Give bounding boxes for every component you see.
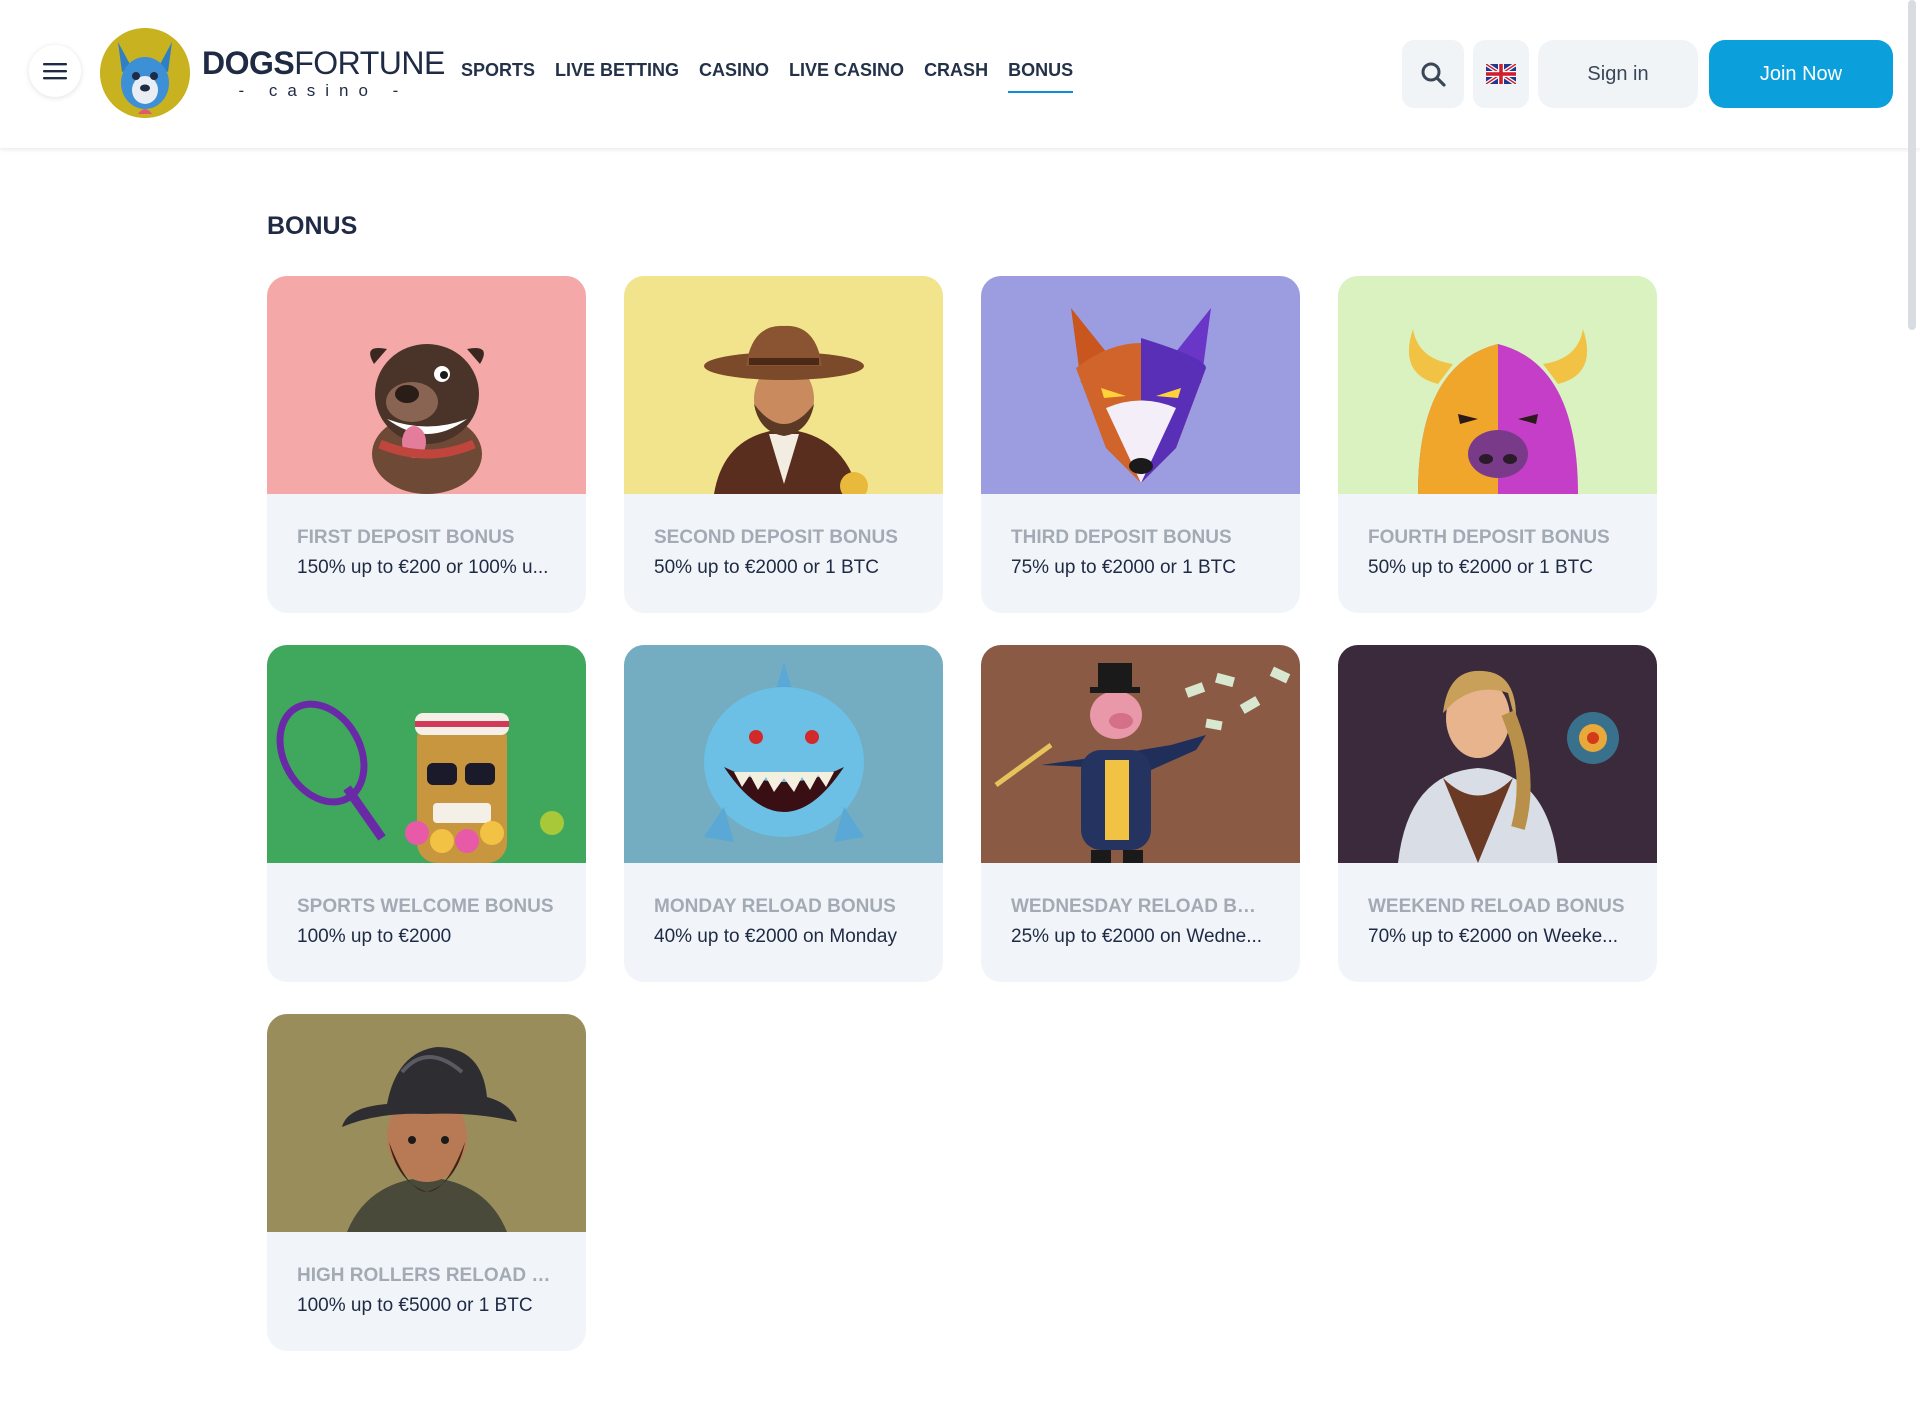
language-button[interactable] [1473, 40, 1529, 108]
explorer-woman-character-image [1338, 645, 1657, 863]
nav-live-betting[interactable]: LIVE BETTING [555, 60, 679, 94]
join-now-button[interactable]: Join Now [1709, 40, 1893, 108]
bonus-card-high-rollers-reload[interactable]: HIGH ROLLERS RELOAD B... 100% up to €500… [267, 1014, 586, 1351]
bonus-card-monday-reload[interactable]: MONDAY RELOAD BONUS 40% up to €2000 on M… [624, 645, 943, 982]
shark-character-image [624, 645, 943, 863]
logo-subtitle: - casino - [238, 81, 409, 100]
dog-character-image [267, 276, 586, 494]
card-desc: 50% up to €2000 or 1 BTC [654, 557, 879, 578]
nav-live-casino[interactable]: LIVE CASINO [789, 60, 904, 94]
bonus-card-first-deposit[interactable]: FIRST DEPOSIT BONUS 150% up to €200 or 1… [267, 276, 586, 613]
site-header: DOGSFORTUNE - casino - SPORTS LIVE BETTI… [0, 0, 1920, 148]
logo-brand-light: FORTUNE [294, 45, 445, 81]
card-desc: 25% up to €2000 on Wedne... [1011, 926, 1263, 947]
bonus-card-fourth-deposit[interactable]: FOURTH DEPOSIT BONUS 50% up to €2000 or … [1338, 276, 1657, 613]
page-title: BONUS [267, 212, 358, 240]
wolf-character-icon [1070, 308, 1211, 483]
site-logo[interactable]: DOGSFORTUNE - casino - [100, 28, 445, 118]
pig-tycoon-character-icon [994, 663, 1291, 863]
explorer-woman-character-icon [1397, 670, 1619, 863]
nav-crash[interactable]: CRASH [924, 60, 988, 94]
conquistador-character-image [267, 1014, 586, 1232]
conquistador-character-icon [341, 1047, 517, 1232]
tiki-character-image [267, 645, 586, 863]
tiki-tennis-character-icon [276, 700, 564, 863]
logo-wordmark: DOGSFORTUNE - casino - [202, 46, 445, 100]
card-desc: 70% up to €2000 on Weeke... [1368, 926, 1618, 947]
bonus-card-third-deposit[interactable]: THIRD DEPOSIT BONUS 75% up to €2000 or 1… [981, 276, 1300, 613]
card-desc: 40% up to €2000 on Monday [654, 926, 897, 947]
card-title: THIRD DEPOSIT BONUS [1011, 527, 1232, 548]
wolf-character-image [981, 276, 1300, 494]
card-title: SECOND DEPOSIT BONUS [654, 527, 898, 548]
nav-sports[interactable]: SPORTS [461, 60, 535, 94]
nav-casino[interactable]: CASINO [699, 60, 769, 94]
card-desc: 150% up to €200 or 100% u... [297, 557, 549, 578]
search-icon [1421, 62, 1446, 87]
shark-character-icon [703, 662, 864, 842]
card-title: FOURTH DEPOSIT BONUS [1368, 527, 1610, 548]
dog-logo-icon [100, 28, 190, 118]
card-title: WEDNESDAY RELOAD BON... [1011, 896, 1270, 917]
pig-tycoon-character-image [981, 645, 1300, 863]
card-desc: 50% up to €2000 or 1 BTC [1368, 557, 1593, 578]
main-nav: SPORTS LIVE BETTING CASINO LIVE CASINO C… [461, 60, 1093, 94]
card-title: WEEKEND RELOAD BONUS [1368, 896, 1625, 917]
card-title: HIGH ROLLERS RELOAD B... [297, 1265, 556, 1286]
bonus-card-sports-welcome[interactable]: SPORTS WELCOME BONUS 100% up to €2000 [267, 645, 586, 982]
uk-flag-icon [1486, 64, 1516, 84]
buffalo-character-icon [1408, 329, 1587, 494]
card-desc: 100% up to €5000 or 1 BTC [297, 1295, 533, 1316]
card-desc: 75% up to €2000 or 1 BTC [1011, 557, 1236, 578]
bonus-card-second-deposit[interactable]: SECOND DEPOSIT BONUS 50% up to €2000 or … [624, 276, 943, 613]
nav-bonus[interactable]: BONUS [1008, 60, 1074, 94]
cowboy-character-icon [703, 325, 868, 494]
bonus-card-weekend-reload[interactable]: WEEKEND RELOAD BONUS 70% up to €2000 on … [1338, 645, 1657, 982]
page-scrollbar[interactable] [1908, 0, 1916, 330]
bonus-card-wednesday-reload[interactable]: WEDNESDAY RELOAD BON... 25% up to €2000 … [981, 645, 1300, 982]
card-title: MONDAY RELOAD BONUS [654, 896, 896, 917]
sign-in-button[interactable]: Sign in [1538, 40, 1698, 108]
buffalo-character-image [1338, 276, 1657, 494]
menu-button[interactable] [29, 45, 81, 97]
card-title: FIRST DEPOSIT BONUS [297, 527, 515, 548]
dog-character-icon [369, 344, 484, 494]
bonus-grid: FIRST DEPOSIT BONUS 150% up to €200 or 1… [267, 276, 1657, 1351]
logo-brand-bold: DOGS [202, 45, 295, 81]
card-desc: 100% up to €2000 [297, 926, 452, 947]
search-button[interactable] [1402, 40, 1464, 108]
hamburger-icon [43, 63, 67, 80]
card-title: SPORTS WELCOME BONUS [297, 896, 554, 917]
cowboy-character-image [624, 276, 943, 494]
